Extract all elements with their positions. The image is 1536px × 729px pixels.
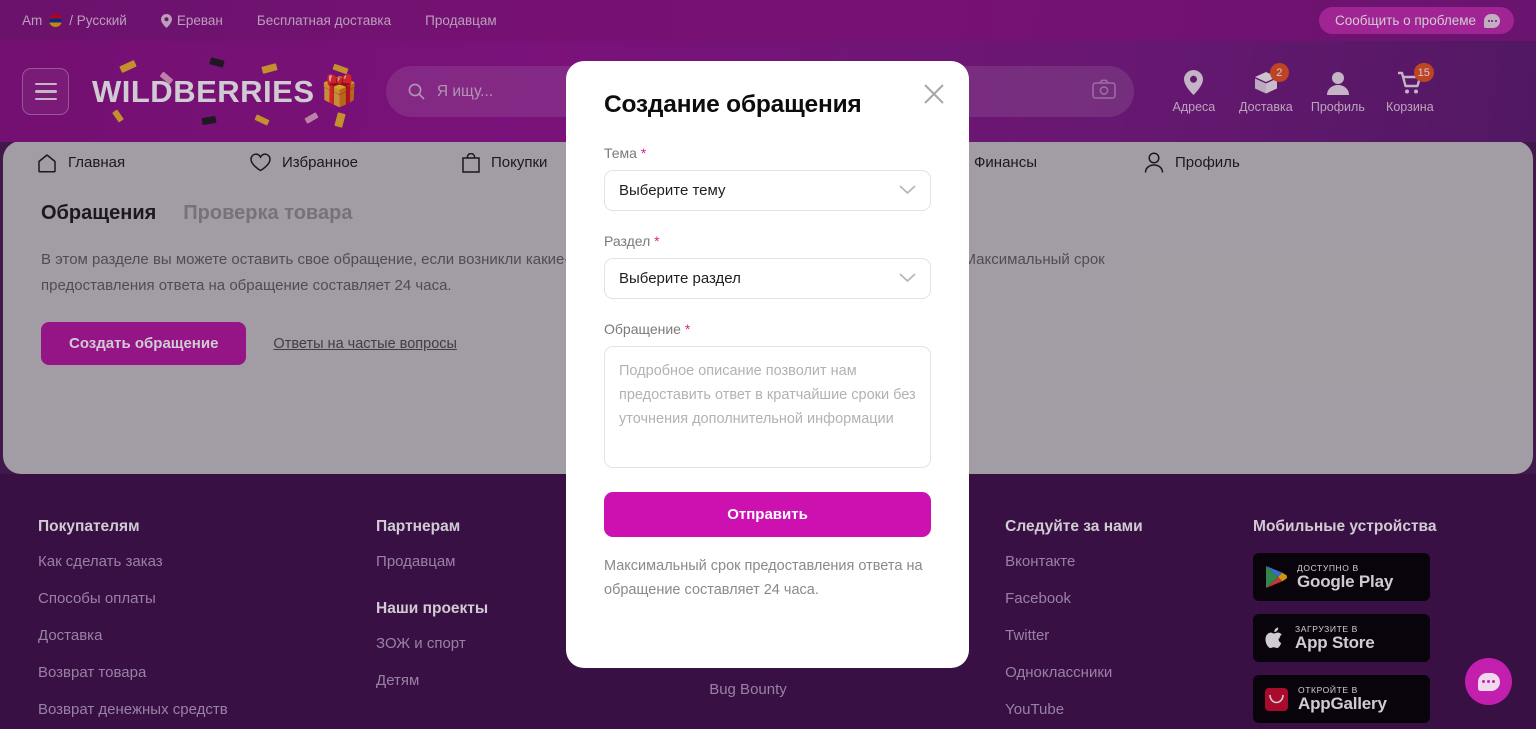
theme-label-text: Тема <box>604 145 637 161</box>
required-marker: * <box>654 233 660 249</box>
support-chat-button[interactable] <box>1465 658 1512 705</box>
section-label-text: Раздел <box>604 233 651 249</box>
theme-label: Тема * <box>604 145 931 161</box>
theme-select[interactable]: Выберите тему <box>604 170 931 211</box>
required-marker: * <box>640 145 647 161</box>
modal-note: Максимальный срок предоставления ответа … <box>604 558 923 598</box>
chat-bubble-icon <box>1477 672 1500 691</box>
section-select-value: Выберите раздел <box>619 270 741 287</box>
message-label-text: Обращение <box>604 321 681 337</box>
chevron-down-icon <box>899 270 916 287</box>
section-label: Раздел * <box>604 233 931 249</box>
theme-select-value: Выберите тему <box>619 182 726 199</box>
submit-button[interactable]: Отправить <box>604 492 931 537</box>
create-appeal-modal: Создание обращения Тема * Выберите тему … <box>566 61 969 668</box>
chevron-down-icon <box>899 182 916 199</box>
message-label: Обращение * <box>604 321 931 337</box>
modal-title: Создание обращения <box>604 91 862 118</box>
required-marker: * <box>684 321 691 337</box>
section-select[interactable]: Выберите раздел <box>604 258 931 299</box>
close-icon[interactable] <box>923 83 945 105</box>
message-textarea[interactable]: Подробное описание позволит нам предоста… <box>604 346 931 468</box>
